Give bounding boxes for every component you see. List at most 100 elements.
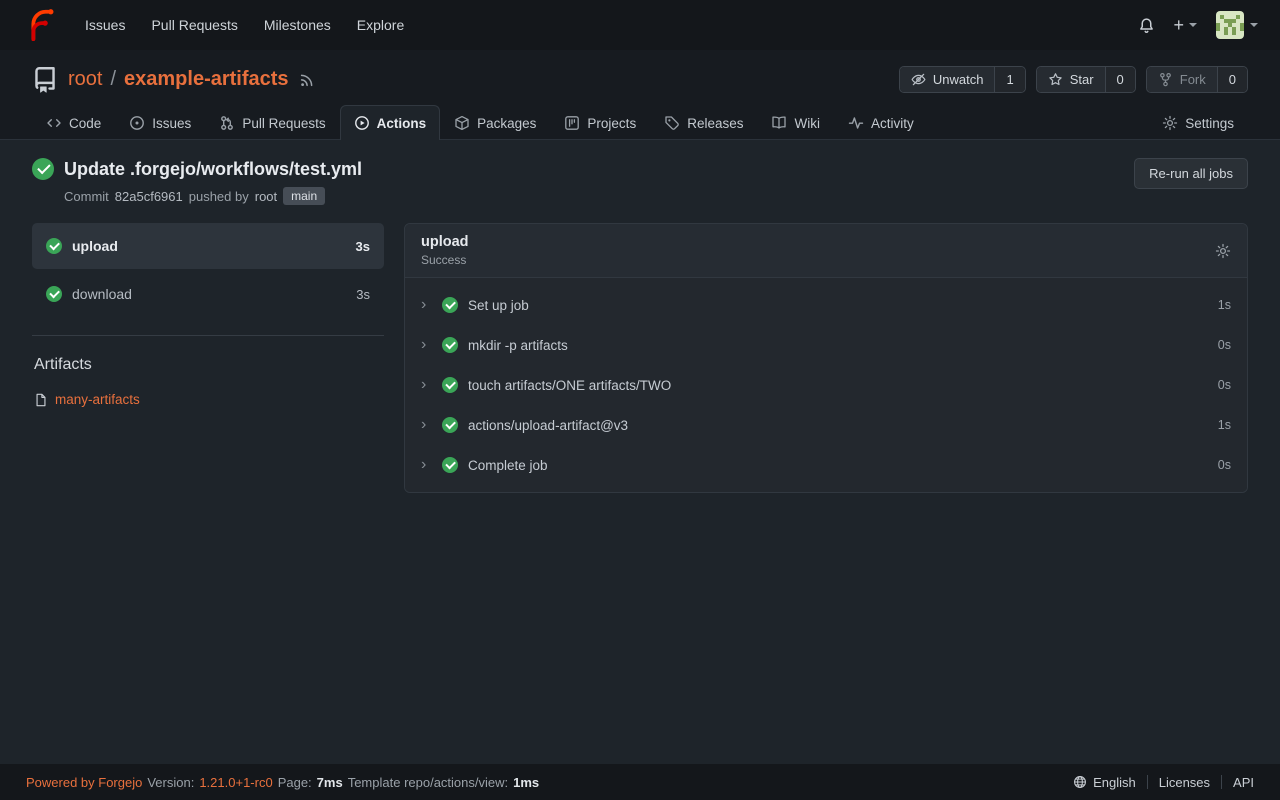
- commit-sha-link[interactable]: 82a5cf6961: [115, 189, 183, 204]
- job-item-download[interactable]: download 3s: [32, 271, 384, 317]
- divider: [1147, 775, 1148, 789]
- tab-issues[interactable]: Issues: [115, 105, 205, 140]
- notifications-button[interactable]: [1129, 11, 1164, 40]
- divider: [32, 335, 384, 336]
- forks-count[interactable]: 0: [1217, 67, 1247, 92]
- chevron-right-icon: ›: [421, 377, 432, 393]
- job-item-upload[interactable]: upload 3s: [32, 223, 384, 269]
- rss-icon[interactable]: [299, 72, 315, 88]
- nav-issues[interactable]: Issues: [72, 9, 138, 41]
- licenses-link[interactable]: Licenses: [1159, 775, 1210, 790]
- nav-milestones[interactable]: Milestones: [251, 9, 344, 41]
- chevron-right-icon: ›: [421, 337, 432, 353]
- star-button-group: Star 0: [1036, 66, 1136, 93]
- user-menu-button[interactable]: [1216, 11, 1258, 39]
- unwatch-button[interactable]: Unwatch: [900, 67, 995, 92]
- issue-icon: [129, 115, 145, 131]
- step-name: mkdir -p artifacts: [468, 338, 568, 353]
- artifact-link-many-artifacts[interactable]: many-artifacts: [34, 392, 384, 407]
- job-duration: 3s: [356, 287, 370, 302]
- step-duration: 0s: [1218, 458, 1231, 472]
- chevron-right-icon: ›: [421, 297, 432, 313]
- top-navbar: Issues Pull Requests Milestones Explore …: [0, 0, 1280, 50]
- tab-label: Releases: [687, 116, 743, 131]
- footer-info: Powered by Forgejo Version: 1.21.0+1-rc0…: [26, 775, 539, 790]
- step-name: Set up job: [468, 298, 529, 313]
- step-row[interactable]: › mkdir -p artifacts 0s: [405, 325, 1247, 365]
- plus-icon: +: [1173, 18, 1184, 32]
- repo-name-link[interactable]: example-artifacts: [124, 68, 289, 91]
- stars-count[interactable]: 0: [1105, 67, 1135, 92]
- branch-badge[interactable]: main: [283, 187, 325, 205]
- tab-activity[interactable]: Activity: [834, 105, 928, 140]
- create-new-button[interactable]: +: [1164, 12, 1206, 38]
- nav-pull-requests[interactable]: Pull Requests: [138, 9, 250, 41]
- job-detail-title: upload: [421, 234, 469, 250]
- unwatch-label: Unwatch: [933, 72, 984, 87]
- tab-code[interactable]: Code: [32, 105, 115, 140]
- forgejo-logo-icon[interactable]: [22, 8, 56, 42]
- page-time-value: 7ms: [317, 775, 343, 790]
- artifact-name: many-artifacts: [55, 392, 140, 407]
- success-check-icon: [442, 377, 458, 393]
- rerun-all-jobs-button[interactable]: Re-run all jobs: [1134, 158, 1248, 189]
- success-check-icon: [32, 158, 54, 180]
- tab-label: Settings: [1185, 116, 1234, 131]
- powered-by-link[interactable]: Powered by Forgejo: [26, 775, 142, 790]
- job-steps-panel: upload Success › Set up job 1s: [404, 223, 1248, 493]
- chevron-down-icon: [1250, 23, 1258, 27]
- fork-icon: [1158, 72, 1173, 87]
- actions-run-view: Update .forgejo/workflows/test.yml Commi…: [0, 140, 1280, 764]
- tab-label: Wiki: [794, 116, 820, 131]
- step-row[interactable]: › touch artifacts/ONE artifacts/TWO 0s: [405, 365, 1247, 405]
- nav-explore[interactable]: Explore: [344, 9, 417, 41]
- job-name: download: [72, 286, 132, 302]
- tab-releases[interactable]: Releases: [650, 105, 757, 140]
- tab-pull-requests[interactable]: Pull Requests: [205, 105, 339, 140]
- api-link[interactable]: API: [1233, 775, 1254, 790]
- repo-owner-link[interactable]: root: [68, 68, 102, 91]
- tab-projects[interactable]: Projects: [550, 105, 650, 140]
- code-icon: [46, 115, 62, 131]
- chevron-right-icon: ›: [421, 457, 432, 473]
- repo-title: root / example-artifacts: [68, 68, 289, 91]
- tab-settings[interactable]: Settings: [1148, 105, 1248, 140]
- star-button[interactable]: Star: [1037, 67, 1105, 92]
- step-duration: 1s: [1218, 298, 1231, 312]
- version-label: Version:: [147, 775, 194, 790]
- tab-label: Projects: [587, 116, 636, 131]
- job-options-gear-icon[interactable]: [1215, 243, 1231, 259]
- pushed-by-text: pushed by: [189, 189, 249, 204]
- tab-label: Activity: [871, 116, 914, 131]
- job-status: Success: [421, 253, 469, 267]
- step-row[interactable]: › Complete job 0s: [405, 445, 1247, 485]
- pull-request-icon: [219, 115, 235, 131]
- chevron-down-icon: [1189, 23, 1197, 27]
- divider: [1221, 775, 1222, 789]
- repo-action-buttons: Unwatch 1 Star 0: [899, 66, 1248, 93]
- tab-label: Pull Requests: [242, 116, 325, 131]
- tab-packages[interactable]: Packages: [440, 105, 550, 140]
- watchers-count[interactable]: 1: [994, 67, 1024, 92]
- step-row[interactable]: › Set up job 1s: [405, 285, 1247, 325]
- bell-icon: [1138, 17, 1155, 34]
- footer-links: English Licenses API: [1073, 775, 1254, 790]
- play-circle-icon: [354, 115, 370, 131]
- tab-actions[interactable]: Actions: [340, 105, 441, 140]
- job-detail-header: upload Success: [405, 224, 1247, 278]
- step-row[interactable]: › actions/upload-artifact@v3 1s: [405, 405, 1247, 445]
- jobs-sidebar: upload 3s download 3s Artifacts many-art…: [32, 223, 384, 407]
- tab-wiki[interactable]: Wiki: [757, 105, 834, 140]
- language-selector[interactable]: English: [1073, 775, 1136, 790]
- footer: Powered by Forgejo Version: 1.21.0+1-rc0…: [0, 764, 1280, 800]
- fork-button[interactable]: Fork: [1147, 67, 1217, 92]
- tab-label: Code: [69, 116, 101, 131]
- job-name: upload: [72, 238, 118, 254]
- fork-button-group: Fork 0: [1146, 66, 1248, 93]
- star-label: Star: [1070, 72, 1094, 87]
- job-duration: 3s: [356, 239, 370, 254]
- success-check-icon: [46, 286, 62, 302]
- repo-icon: [32, 67, 58, 93]
- pusher-link[interactable]: root: [255, 189, 277, 204]
- version-link[interactable]: 1.21.0+1-rc0: [199, 775, 272, 790]
